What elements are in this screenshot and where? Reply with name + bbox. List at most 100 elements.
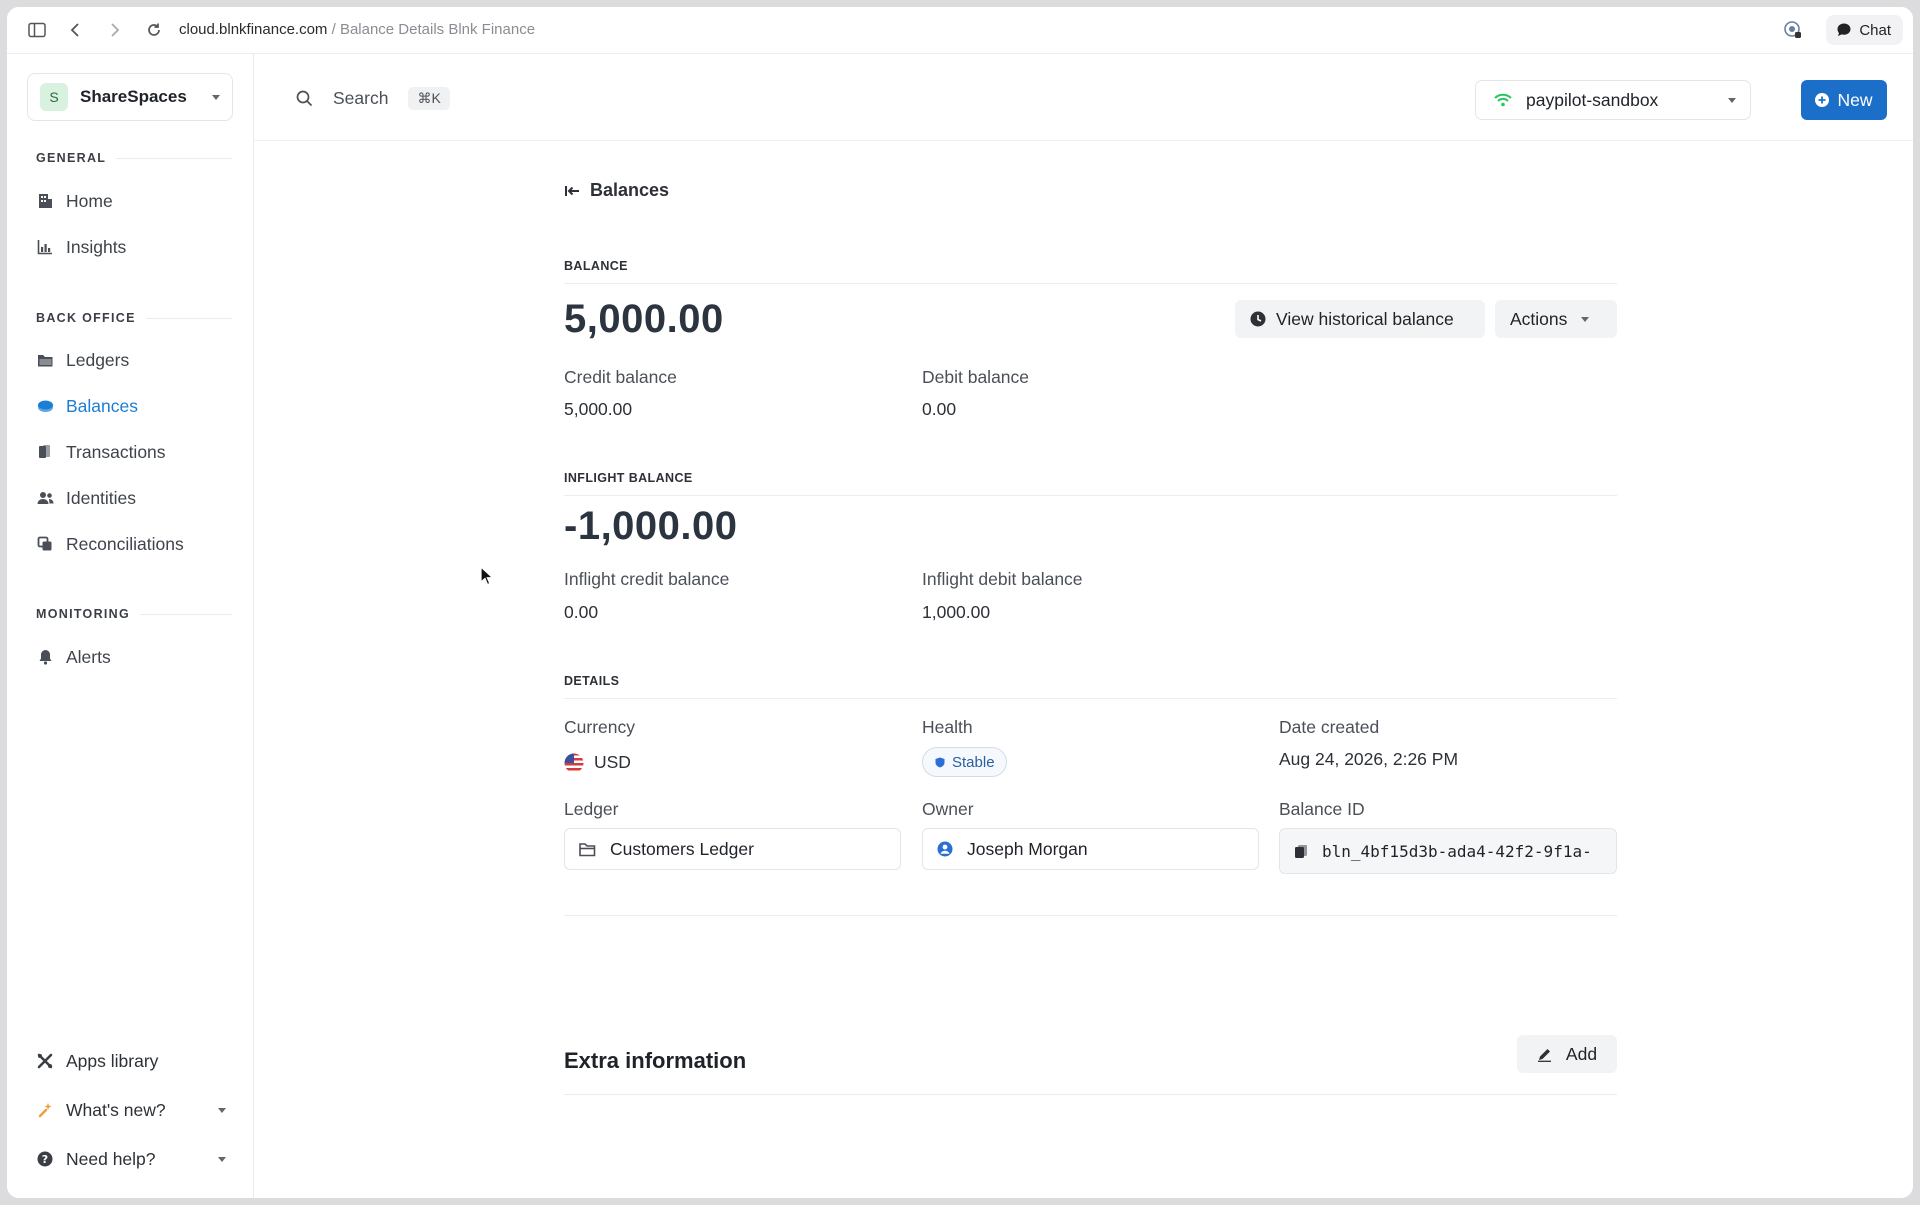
clock-icon <box>1250 311 1266 327</box>
extension-icon[interactable] <box>1783 20 1803 40</box>
help-icon: ? <box>36 1150 54 1168</box>
sidebar-item-ledgers[interactable]: Ledgers <box>36 343 129 377</box>
sidebar-item-transactions[interactable]: Transactions <box>36 435 166 469</box>
health-label: Health <box>922 717 973 737</box>
section-backoffice-label: BACK OFFICE <box>36 311 232 325</box>
sidebar-item-label: Ledgers <box>66 349 130 370</box>
sidebar-item-label: Insights <box>66 236 127 257</box>
actions-label: Actions <box>1510 308 1568 329</box>
reload-icon[interactable] <box>144 20 164 40</box>
sidebar-item-home[interactable]: Home <box>36 184 113 218</box>
environment-selector[interactable]: paypilot-sandbox <box>1475 80 1751 120</box>
plus-circle-icon <box>1815 93 1830 107</box>
details-divider <box>564 915 1617 916</box>
ledger-link[interactable]: Customers Ledger <box>564 828 901 870</box>
sidebar-toggle-icon[interactable] <box>27 20 47 40</box>
health-status-badge: Stable <box>922 747 1007 777</box>
balance-id-value: bln_4bf15d3b-ada4-42f2-9f1a- <box>1322 841 1592 861</box>
chevron-down-icon <box>212 94 220 100</box>
sidebar-item-reconciliations[interactable]: Reconciliations <box>36 527 184 561</box>
sparkle-icon <box>36 1101 54 1119</box>
actions-dropdown[interactable]: Actions <box>1495 300 1617 338</box>
chevron-down-icon <box>1728 97 1736 103</box>
apps-library-label: Apps library <box>66 1050 159 1071</box>
sidebar-item-alerts[interactable]: Alerts <box>36 640 111 674</box>
apps-library-link[interactable]: Apps library <box>36 1044 232 1078</box>
debit-balance-value: 0.00 <box>922 399 957 419</box>
url-separator: / <box>327 21 340 38</box>
chat-bubble-icon <box>1837 23 1851 36</box>
section-backoffice-text: BACK OFFICE <box>36 311 136 325</box>
url-page-title: Balance Details Blnk Finance <box>339 21 536 38</box>
environment-name: paypilot-sandbox <box>1526 89 1659 110</box>
search-label: Search <box>333 88 389 108</box>
us-flag-icon <box>564 753 584 772</box>
section-general-label: GENERAL <box>36 151 232 165</box>
sidebar-item-label: Alerts <box>66 646 111 667</box>
inflight-credit-label: Inflight credit balance <box>564 569 730 589</box>
forward-icon[interactable] <box>105 20 125 40</box>
back-to-balances-link[interactable]: Balances <box>564 180 669 201</box>
transactions-icon <box>36 443 54 461</box>
currency-label: Currency <box>564 717 635 737</box>
new-label: New <box>1837 89 1873 110</box>
search-shortcut: ⌘K <box>408 87 450 110</box>
view-historical-label: View historical balance <box>1276 308 1454 329</box>
currency-code: USD <box>594 752 631 772</box>
inflight-balance-amount: -1,000.00 <box>564 504 738 548</box>
svg-text:?: ? <box>42 1153 48 1166</box>
view-historical-balance-button[interactable]: View historical balance <box>1235 300 1485 338</box>
back-icon[interactable] <box>65 20 85 40</box>
details-section-header: DETAILS <box>564 674 1617 699</box>
coins-icon <box>36 397 54 415</box>
copy-icon[interactable] <box>1294 844 1308 859</box>
sidebar-item-identities[interactable]: Identities <box>36 481 136 515</box>
extra-info-divider <box>564 1094 1617 1095</box>
url-host: cloud.blnkfinance.com <box>179 21 328 38</box>
workspace-switcher[interactable]: S ShareSpaces <box>27 73 233 121</box>
debit-balance-label: Debit balance <box>922 367 1030 387</box>
add-label: Add <box>1565 1043 1598 1064</box>
sidebar: S ShareSpaces GENERAL Home Insights BACK… <box>7 54 254 1198</box>
users-icon <box>36 489 54 507</box>
chat-label: Chat <box>1859 21 1891 39</box>
bell-icon <box>36 648 54 666</box>
workspace-avatar: S <box>40 83 68 111</box>
new-button[interactable]: New <box>1801 80 1887 120</box>
whats-new-dropdown[interactable]: What's new? <box>36 1093 232 1127</box>
chevron-down-icon <box>218 1156 226 1162</box>
add-extra-info-button[interactable]: Add <box>1517 1035 1617 1073</box>
ledger-value: Customers Ledger <box>610 838 754 859</box>
balance-id-field[interactable]: bln_4bf15d3b-ada4-42f2-9f1a- <box>1279 828 1617 874</box>
whats-new-label: What's new? <box>66 1099 166 1120</box>
arrow-left-icon <box>565 185 579 196</box>
user-circle-icon <box>937 841 953 857</box>
sidebar-item-balances[interactable]: Balances <box>36 389 138 423</box>
browser-window: cloud.blnkfinance.com / Balance Details … <box>7 7 1913 1198</box>
back-label: Balances <box>590 180 670 200</box>
chat-button[interactable]: Chat <box>1826 15 1903 45</box>
extra-information-title: Extra information <box>564 1048 747 1073</box>
browser-toolbar: cloud.blnkfinance.com / Balance Details … <box>7 7 1913 54</box>
wifi-icon <box>1494 93 1512 107</box>
workspace-name: ShareSpaces <box>80 87 187 106</box>
owner-link[interactable]: Joseph Morgan <box>922 828 1259 870</box>
home-icon <box>36 192 54 210</box>
sidebar-item-insights[interactable]: Insights <box>36 230 126 264</box>
search-input[interactable]: Search ⌘K <box>296 87 450 110</box>
folder-icon <box>579 842 596 856</box>
inflight-debit-label: Inflight debit balance <box>922 569 1083 589</box>
address-bar[interactable]: cloud.blnkfinance.com / Balance Details … <box>179 21 535 38</box>
credit-balance-label: Credit balance <box>564 367 677 387</box>
chevron-down-icon <box>1581 316 1590 322</box>
chart-icon <box>36 238 54 256</box>
date-created-value: Aug 24, 2026, 2:26 PM <box>1279 749 1459 769</box>
sidebar-item-label: Identities <box>66 487 137 508</box>
mouse-cursor-icon <box>480 566 494 586</box>
need-help-dropdown[interactable]: ? Need help? <box>36 1142 232 1176</box>
balance-amount: 5,000.00 <box>564 297 724 341</box>
inflight-credit-value: 0.00 <box>564 602 599 622</box>
sidebar-item-label: Home <box>66 190 113 211</box>
sidebar-item-label: Reconciliations <box>66 533 184 554</box>
health-value: Stable <box>952 753 995 771</box>
